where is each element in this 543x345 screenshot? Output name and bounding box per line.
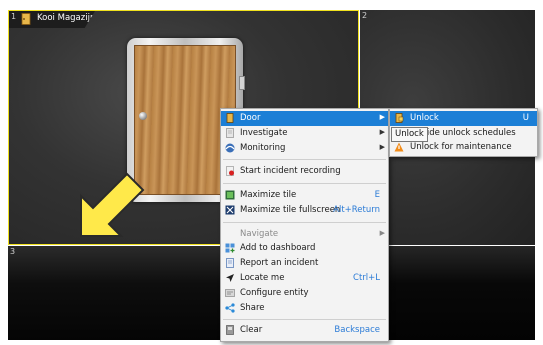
chevron-right-icon: ▶ xyxy=(379,128,385,136)
chevron-right-icon: ▶ xyxy=(379,229,385,237)
door-knob xyxy=(139,112,147,120)
menu-separator xyxy=(223,159,386,160)
maximize-icon xyxy=(225,190,235,200)
menu-separator xyxy=(223,222,386,223)
maintenance-icon xyxy=(394,142,404,152)
tile-number: 2 xyxy=(362,11,368,20)
report-icon xyxy=(226,258,234,268)
chevron-right-icon: ▶ xyxy=(379,113,385,121)
tile-number: 3 xyxy=(10,247,16,256)
monitoring-icon xyxy=(225,143,235,153)
record-icon xyxy=(226,166,234,176)
menu-item-maximize-tile[interactable]: Maximize tile E xyxy=(221,188,388,203)
menu-item-configure-entity[interactable]: Configure entity xyxy=(221,286,388,301)
arrow-icon xyxy=(80,172,145,237)
menu-item-start-incident-recording[interactable]: Start incident recording xyxy=(221,164,388,179)
menu-item-report-an-incident[interactable]: Report an incident xyxy=(221,256,388,271)
menu-item-locate-me[interactable]: Locate me Ctrl+L xyxy=(221,271,388,286)
menu-item-monitoring[interactable]: Monitoring ▶ xyxy=(221,141,388,156)
menu-item-maximize-tile-fullscreen[interactable]: Maximize tile fullscreen Alt+Return xyxy=(221,203,388,218)
document-icon xyxy=(226,128,234,138)
tile-number: 1 xyxy=(11,12,17,21)
tooltip: Unlock xyxy=(391,127,428,142)
menu-item-door[interactable]: Door ▶ xyxy=(221,111,388,126)
monitoring-workspace: 1 Kooi Magazijn 2 3 Door ▶ Investigate ▶… xyxy=(0,0,543,345)
dashboard-icon xyxy=(225,243,235,253)
chevron-right-icon: ▶ xyxy=(379,143,385,151)
unlock-icon xyxy=(395,113,404,123)
context-menu: Door ▶ Investigate ▶ Monitoring ▶ Start … xyxy=(220,108,389,342)
menu-separator xyxy=(223,183,386,184)
tile-title: Kooi Magazijn xyxy=(37,13,96,23)
configure-icon xyxy=(225,289,235,297)
menu-item-clear[interactable]: Clear Backspace xyxy=(221,323,388,338)
menu-separator xyxy=(223,319,386,320)
menu-item-unlock[interactable]: Unlock U xyxy=(390,111,537,126)
fullscreen-icon xyxy=(225,205,235,215)
menu-item-navigate[interactable]: Navigate ▶ xyxy=(221,227,388,242)
tile-title-tab: 1 Kooi Magazijn xyxy=(9,11,95,28)
menu-item-add-to-dashboard[interactable]: Add to dashboard xyxy=(221,241,388,256)
locate-icon xyxy=(226,274,234,282)
door-icon xyxy=(21,13,31,25)
menu-item-investigate[interactable]: Investigate ▶ xyxy=(221,126,388,141)
share-icon xyxy=(225,303,235,313)
clear-icon xyxy=(226,325,234,335)
door-icon xyxy=(226,113,234,123)
menu-item-share[interactable]: Share xyxy=(221,301,388,316)
menu-item-unlock-for-maintenance[interactable]: Unlock for maintenance xyxy=(390,140,537,155)
